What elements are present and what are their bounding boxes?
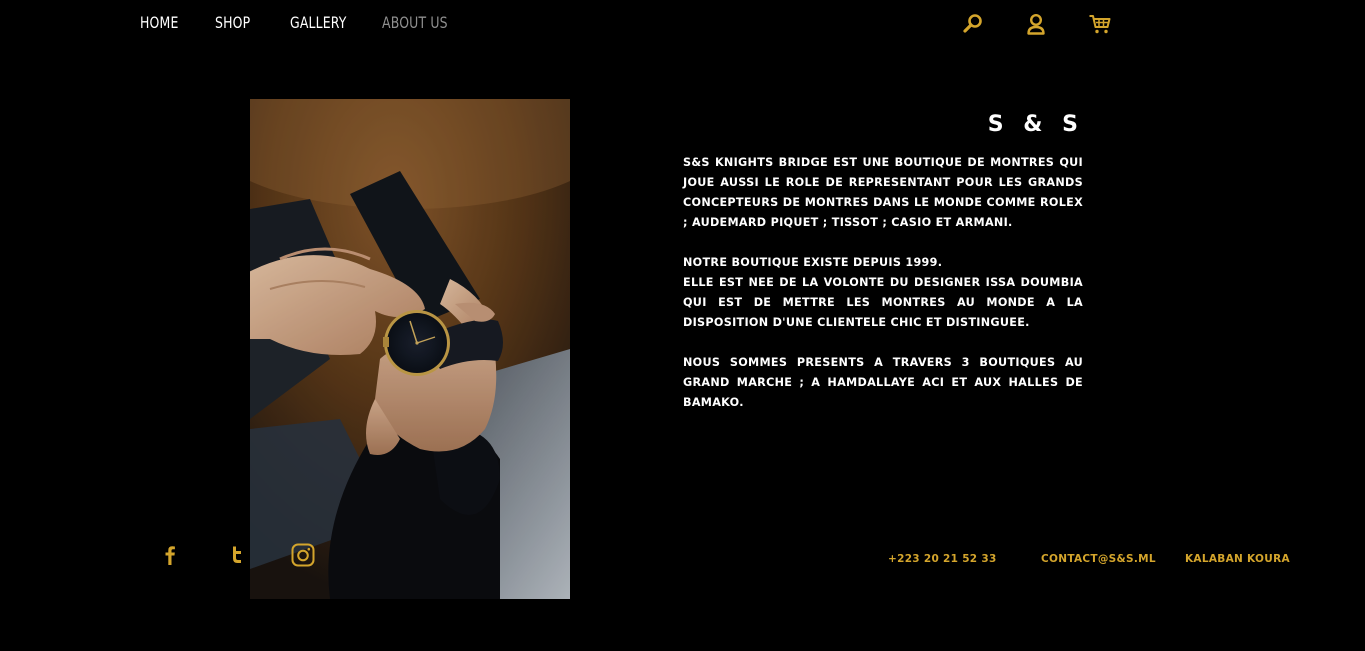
- contact-address: KALABAN KOURA: [1185, 553, 1290, 565]
- about-text: S&S KNIGHTS BRIDGE EST UNE BOUTIQUE DE M…: [683, 153, 1083, 413]
- contact-phone: +223 20 21 52 33: [888, 553, 997, 565]
- nav-about-link[interactable]: ABOUT US: [382, 13, 448, 32]
- nav-shop-link[interactable]: SHOP: [215, 13, 250, 32]
- nav-home-link[interactable]: HOME: [140, 13, 178, 32]
- nav-gallery-link[interactable]: GALLERY: [290, 13, 347, 32]
- about-paragraph-2-line-2: ELLE EST NEE DE LA VOLONTE DU DESIGNER I…: [683, 276, 1083, 329]
- cart-icon[interactable]: [1088, 12, 1112, 36]
- brand-title: S & S: [987, 112, 1084, 137]
- twitter-icon[interactable]: [225, 543, 249, 567]
- about-paragraph-3: NOUS SOMMES PRESENTS A TRAVERS 3 BOUTIQU…: [683, 356, 1083, 409]
- instagram-icon[interactable]: [291, 543, 315, 567]
- contact-email[interactable]: CONTACT@S&S.ML: [1041, 553, 1156, 565]
- about-paragraph-2-line-1: NOTRE BOUTIQUE EXISTE DEPUIS 1999.: [683, 256, 943, 269]
- search-icon[interactable]: [961, 12, 985, 36]
- user-icon[interactable]: [1024, 12, 1048, 36]
- about-paragraph-1: S&S KNIGHTS BRIDGE EST UNE BOUTIQUE DE M…: [683, 156, 1083, 229]
- watch-photo: [250, 99, 570, 599]
- top-navigation: HOME SHOP GALLERY ABOUT US: [0, 0, 1365, 48]
- facebook-icon[interactable]: [158, 543, 182, 567]
